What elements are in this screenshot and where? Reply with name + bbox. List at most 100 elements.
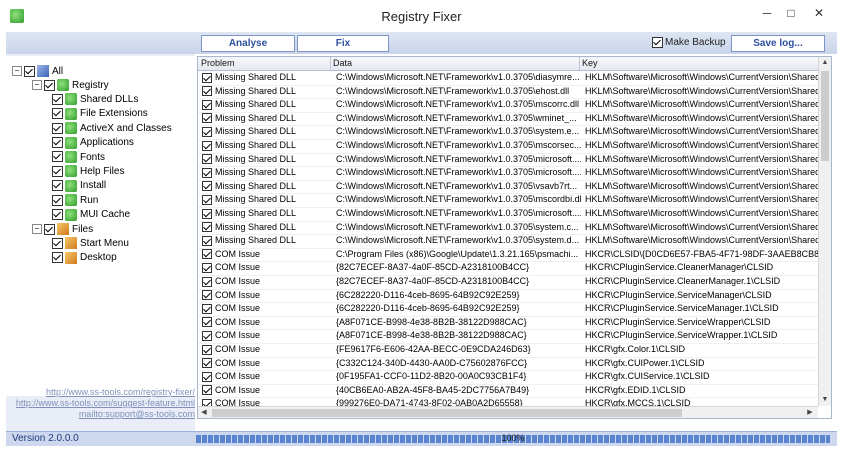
row-checkbox[interactable] <box>202 99 212 110</box>
table-row[interactable]: COM Issue {A8F071CE-B998-4e38-8B2B-38122D… <box>198 329 818 344</box>
problem-cell[interactable]: Missing Shared DLL <box>202 221 296 234</box>
problem-cell[interactable]: COM Issue <box>202 261 260 274</box>
checkbox[interactable] <box>44 79 55 91</box>
tree-node-all[interactable]: − All <box>12 65 63 79</box>
row-checkbox[interactable] <box>202 154 212 165</box>
problem-cell[interactable]: COM Issue <box>202 248 260 261</box>
table-row[interactable]: Missing Shared DLL C:\Windows\Microsoft.N… <box>198 71 818 86</box>
row-checkbox[interactable] <box>202 195 212 206</box>
row-checkbox[interactable] <box>202 290 212 301</box>
collapse-icon[interactable]: − <box>32 80 42 91</box>
analyse-button[interactable]: Analyse <box>201 35 295 52</box>
problem-cell[interactable]: Missing Shared DLL <box>202 234 296 247</box>
row-checkbox[interactable] <box>202 371 212 382</box>
table-row[interactable]: Missing Shared DLL C:\Windows\Microsoft.N… <box>198 98 818 113</box>
row-checkbox[interactable] <box>202 181 212 192</box>
table-row[interactable]: COM Issue {6C282220-D116-4ceb-8695-64B92C… <box>198 289 818 304</box>
column-header-key[interactable]: Key <box>582 58 598 68</box>
scroll-up-icon[interactable]: ▲ <box>819 57 831 69</box>
problem-cell[interactable]: Missing Shared DLL <box>202 98 296 111</box>
table-row[interactable]: Missing Shared DLL C:\Windows\Microsoft.N… <box>198 166 818 181</box>
problem-cell[interactable]: Missing Shared DLL <box>202 125 296 138</box>
row-checkbox[interactable] <box>202 249 212 260</box>
problem-cell[interactable]: Missing Shared DLL <box>202 166 296 179</box>
tree-node-files[interactable]: − Files <box>32 223 93 237</box>
vertical-scrollbar[interactable]: ▲ ▼ <box>818 57 831 406</box>
tree-node-registry-3[interactable]: Applications <box>52 136 134 150</box>
tree-node-registry-1[interactable]: File Extensions <box>52 107 148 121</box>
problem-cell[interactable]: COM Issue <box>202 329 260 342</box>
row-checkbox[interactable] <box>202 72 212 83</box>
table-row[interactable]: Missing Shared DLL C:\Windows\Microsoft.N… <box>198 193 818 208</box>
table-row[interactable]: COM Issue {6C282220-D116-4ceb-8695-64B92C… <box>198 302 818 317</box>
row-checkbox[interactable] <box>202 86 212 97</box>
tree-node-files-1[interactable]: Desktop <box>52 251 117 265</box>
row-checkbox[interactable] <box>202 303 212 314</box>
problem-cell[interactable]: Missing Shared DLL <box>202 153 296 166</box>
registry-fixer-link[interactable]: http://www.ss-tools.com/registry-fixer/ <box>6 387 195 398</box>
checkbox[interactable] <box>52 137 63 149</box>
save-log-button[interactable]: Save log... <box>731 35 825 52</box>
problem-cell[interactable]: Missing Shared DLL <box>202 207 296 220</box>
row-checkbox[interactable] <box>202 263 212 274</box>
tree-node-registry-5[interactable]: Help Files <box>52 165 124 179</box>
row-checkbox[interactable] <box>202 140 212 151</box>
problem-cell[interactable]: Missing Shared DLL <box>202 180 296 193</box>
tree-node-files-0[interactable]: Start Menu <box>52 237 129 251</box>
problem-cell[interactable]: COM Issue <box>202 357 260 370</box>
horizontal-scrollbar[interactable]: ◀ ▶ <box>198 406 818 418</box>
checkbox[interactable] <box>44 223 55 235</box>
tree-node-registry-8[interactable]: MUI Cache <box>52 208 130 222</box>
table-row[interactable]: COM Issue {40CB6EA0-AB2A-45F8-BA45-2DC775… <box>198 384 818 399</box>
row-checkbox[interactable] <box>202 385 212 396</box>
problem-cell[interactable]: COM Issue <box>202 316 260 329</box>
row-checkbox[interactable] <box>202 127 212 138</box>
row-checkbox[interactable] <box>202 235 212 246</box>
checkbox[interactable] <box>52 180 63 192</box>
problem-cell[interactable]: COM Issue <box>202 275 260 288</box>
tree-node-registry-7[interactable]: Run <box>52 194 98 208</box>
minimize-icon[interactable]: ─ <box>756 4 778 22</box>
row-checkbox[interactable] <box>202 344 212 355</box>
problem-cell[interactable]: Missing Shared DLL <box>202 85 296 98</box>
problem-cell[interactable]: COM Issue <box>202 343 260 356</box>
tree-node-registry-2[interactable]: ActiveX and Classes <box>52 122 172 136</box>
collapse-icon[interactable]: − <box>12 66 22 77</box>
table-row[interactable]: COM Issue {82C7ECEF-8A37-4a0F-85CD-A23181… <box>198 261 818 276</box>
horizontal-scroll-thumb[interactable] <box>212 409 682 417</box>
collapse-icon[interactable]: − <box>32 224 42 235</box>
column-header-problem[interactable]: Problem <box>201 58 235 68</box>
tree-node-registry[interactable]: − Registry <box>32 79 109 93</box>
row-checkbox[interactable] <box>202 331 212 342</box>
fix-button[interactable]: Fix <box>297 35 389 52</box>
table-row[interactable]: Missing Shared DLL C:\Windows\Microsoft.N… <box>198 139 818 154</box>
table-row[interactable]: Missing Shared DLL C:\Windows\Microsoft.N… <box>198 85 818 100</box>
problem-cell[interactable]: COM Issue <box>202 289 260 302</box>
checkbox[interactable] <box>52 108 63 120</box>
tree-node-registry-6[interactable]: Install <box>52 179 106 193</box>
checkbox[interactable] <box>52 252 63 264</box>
tree-node-registry-4[interactable]: Fonts <box>52 150 105 165</box>
checkbox[interactable] <box>52 209 63 221</box>
scroll-left-icon[interactable]: ◀ <box>198 407 210 418</box>
problem-cell[interactable]: COM Issue <box>202 384 260 397</box>
problem-cell[interactable]: Missing Shared DLL <box>202 112 296 125</box>
suggest-feature-link[interactable]: http://www.ss-tools.com/suggest-feature.… <box>6 398 195 409</box>
tree-node-registry-0[interactable]: Shared DLLs <box>52 93 138 107</box>
table-row[interactable]: Missing Shared DLL C:\Windows\Microsoft.N… <box>198 180 818 195</box>
checkbox[interactable] <box>52 165 63 177</box>
row-checkbox[interactable] <box>202 208 212 219</box>
make-backup-option[interactable]: Make Backup <box>652 37 726 48</box>
table-row[interactable]: COM Issue {A8F071CE-B998-4e38-8B2B-38122D… <box>198 316 818 331</box>
row-checkbox[interactable] <box>202 167 212 178</box>
table-row[interactable]: COM Issue C:\Program Files (x86)\Google\U… <box>198 248 818 263</box>
checkbox[interactable] <box>52 93 63 105</box>
checkbox[interactable] <box>52 194 63 206</box>
scroll-right-icon[interactable]: ▶ <box>804 407 816 418</box>
row-checkbox[interactable] <box>202 222 212 233</box>
table-row[interactable]: COM Issue {FE9617F6-E606-42AA-BECC-0E9CDA… <box>198 343 818 358</box>
table-row[interactable]: Missing Shared DLL C:\Windows\Microsoft.N… <box>198 125 818 140</box>
table-row[interactable]: Missing Shared DLL C:\Windows\Microsoft.N… <box>198 112 818 127</box>
close-icon[interactable]: ✕ <box>808 4 830 22</box>
table-row[interactable]: Missing Shared DLL C:\Windows\Microsoft.N… <box>198 234 818 249</box>
